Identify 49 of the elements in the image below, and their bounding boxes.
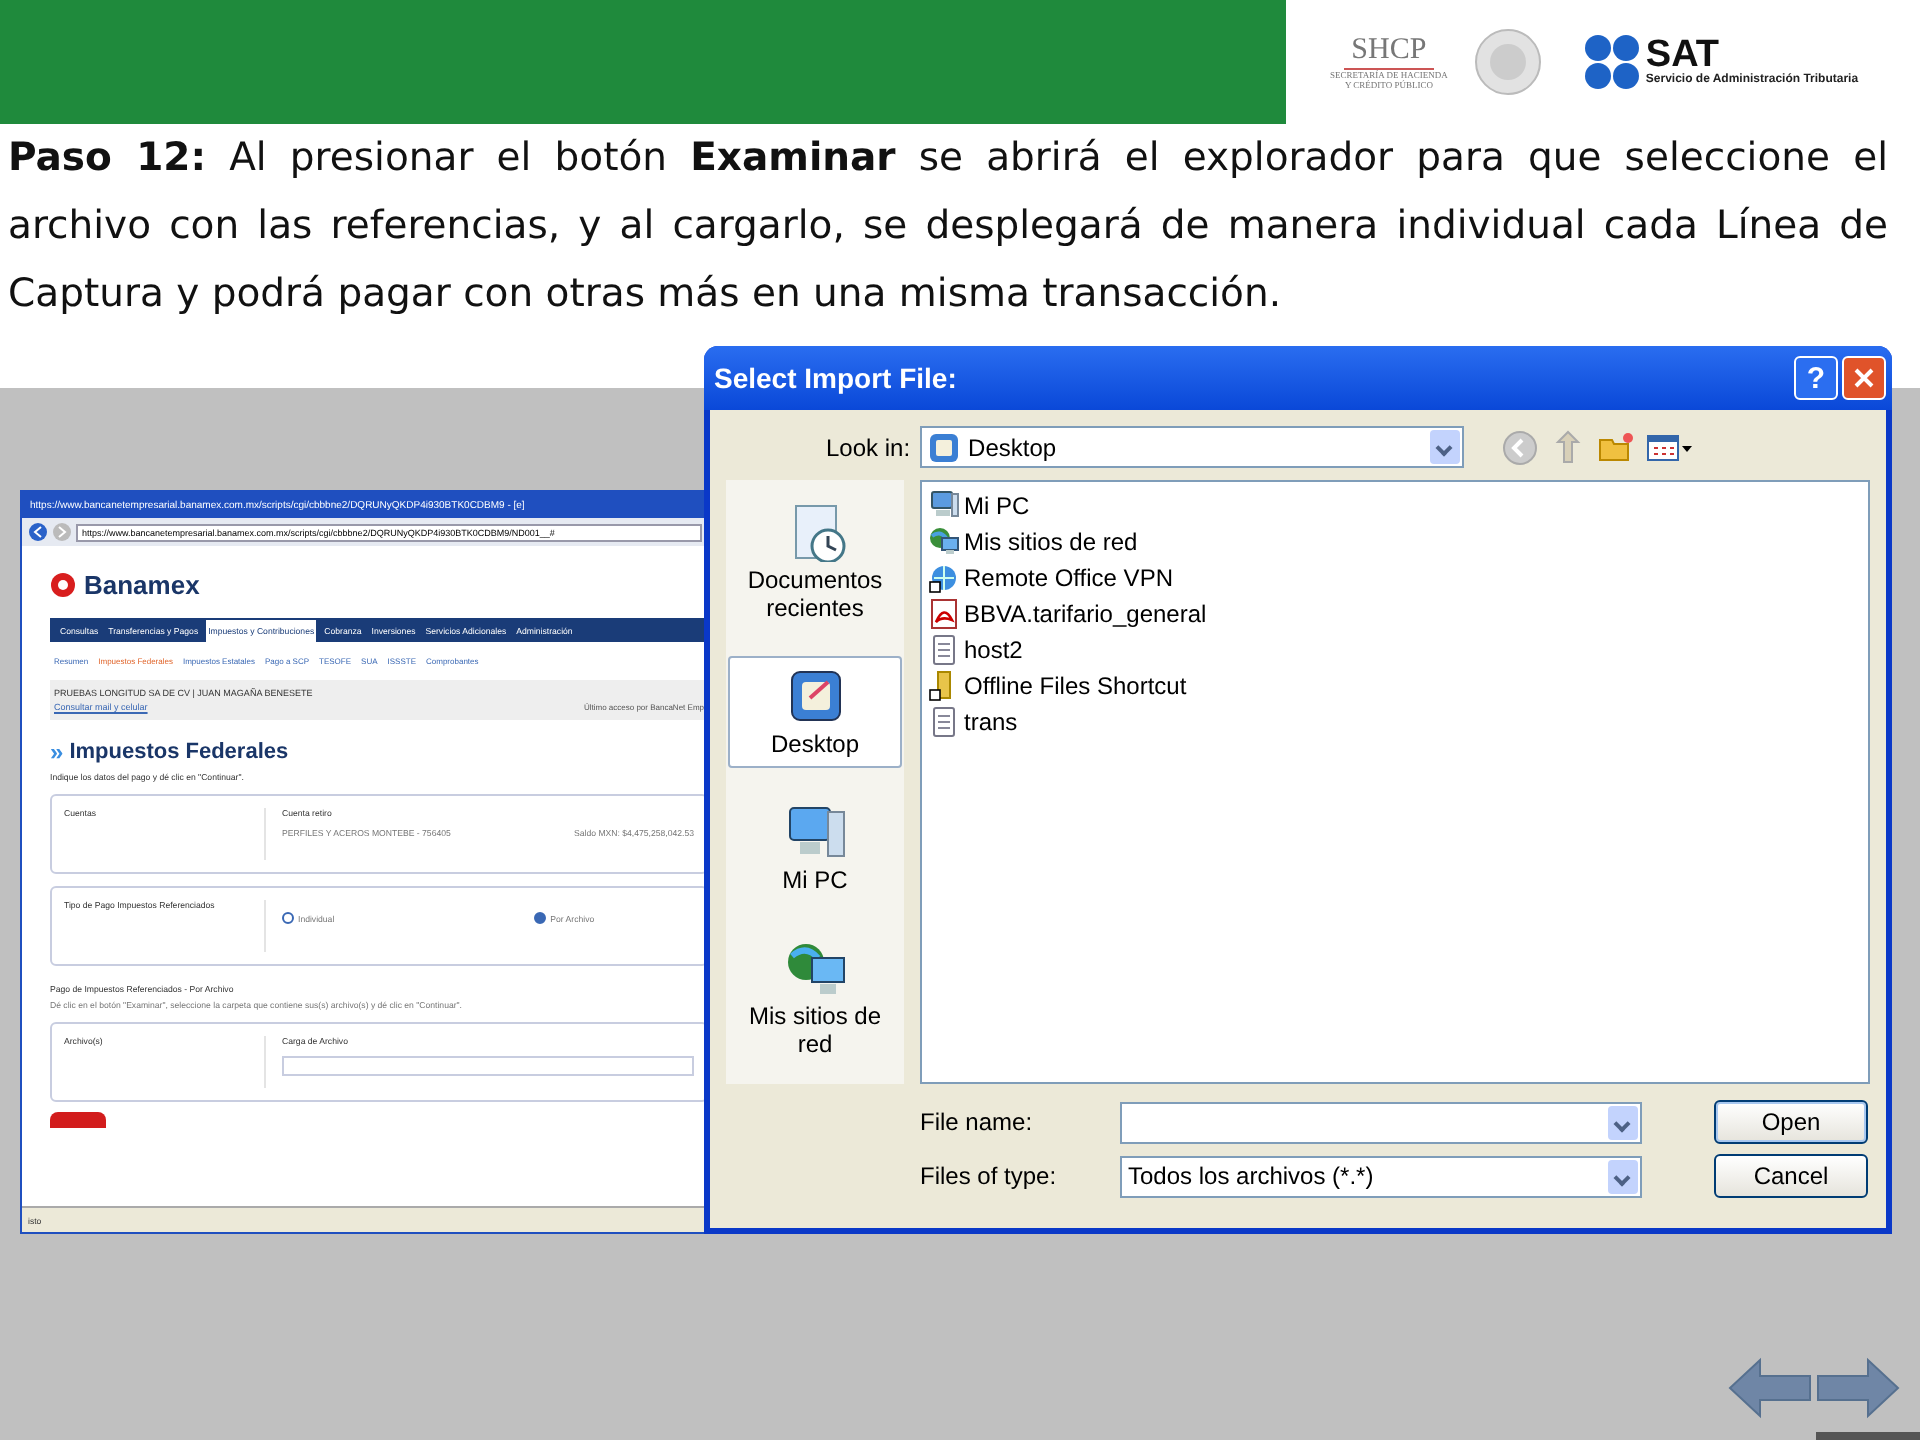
place-item[interactable]: Mi PC bbox=[728, 792, 902, 904]
network-computer-icon bbox=[783, 938, 847, 998]
file-input-field[interactable] bbox=[282, 1056, 694, 1076]
previous-arrow-icon[interactable] bbox=[1728, 1356, 1812, 1420]
file-item[interactable]: trans bbox=[964, 708, 1018, 736]
file-item[interactable]: BBVA.tarifario_general bbox=[964, 600, 1207, 628]
file-item[interactable]: Mi PC bbox=[964, 492, 1030, 520]
next-arrow-icon[interactable] bbox=[1816, 1356, 1900, 1420]
field-label: Files of type: bbox=[920, 1162, 1059, 1190]
look-in-dropdown[interactable]: Desktop bbox=[920, 426, 1465, 468]
file-type-dropdown[interactable]: Todos los archivos (*.*) bbox=[1120, 1155, 1642, 1197]
computer-icon bbox=[783, 802, 847, 862]
new-folder-icon[interactable] bbox=[1598, 429, 1635, 465]
open-button[interactable]: Open bbox=[1714, 1100, 1868, 1144]
file-item[interactable]: Mis sitios de red bbox=[964, 528, 1138, 556]
page-heading: Impuestos Federales bbox=[69, 740, 289, 764]
back-icon[interactable] bbox=[28, 522, 48, 542]
close-icon bbox=[1854, 368, 1874, 388]
desktop-icon bbox=[928, 431, 961, 463]
dialog-title: Select Import File: bbox=[714, 362, 957, 394]
field-label: Look in: bbox=[826, 433, 911, 461]
logo-text: SHCP bbox=[1343, 34, 1435, 70]
place-item[interactable]: Mis sitios de red bbox=[728, 928, 902, 1068]
text-file-icon bbox=[928, 706, 960, 738]
network-computer-icon bbox=[928, 526, 960, 558]
globe-icon bbox=[928, 562, 960, 594]
help-button[interactable]: ? bbox=[1794, 356, 1838, 400]
pdf-file-icon bbox=[928, 598, 960, 630]
file-item[interactable]: Remote Office VPN bbox=[964, 564, 1173, 592]
footer-bar bbox=[1816, 1432, 1920, 1440]
brand-name: Banamex bbox=[84, 570, 200, 600]
field-label: File name: bbox=[920, 1108, 1035, 1136]
logo-text: SAT bbox=[1645, 38, 1719, 74]
back-icon[interactable] bbox=[1502, 429, 1539, 465]
file-item[interactable]: host2 bbox=[964, 636, 1023, 664]
text-file-icon bbox=[928, 634, 960, 666]
close-button[interactable] bbox=[1842, 356, 1886, 400]
place-item[interactable]: Desktop bbox=[728, 656, 902, 768]
view-menu-icon[interactable] bbox=[1646, 429, 1695, 465]
computer-icon bbox=[928, 490, 960, 522]
file-name-field[interactable] bbox=[1120, 1101, 1642, 1143]
cancel-button[interactable]: Cancel bbox=[1714, 1154, 1868, 1198]
file-item[interactable]: Offline Files Shortcut bbox=[964, 672, 1187, 700]
place-item[interactable]: Documentos recientes bbox=[728, 492, 902, 632]
submit-button[interactable] bbox=[50, 1112, 106, 1128]
sat-logo-icon bbox=[1583, 34, 1640, 90]
banamex-logo-icon bbox=[50, 572, 76, 598]
seal-icon bbox=[1471, 26, 1544, 98]
double-chevron-mark: » bbox=[50, 738, 64, 766]
